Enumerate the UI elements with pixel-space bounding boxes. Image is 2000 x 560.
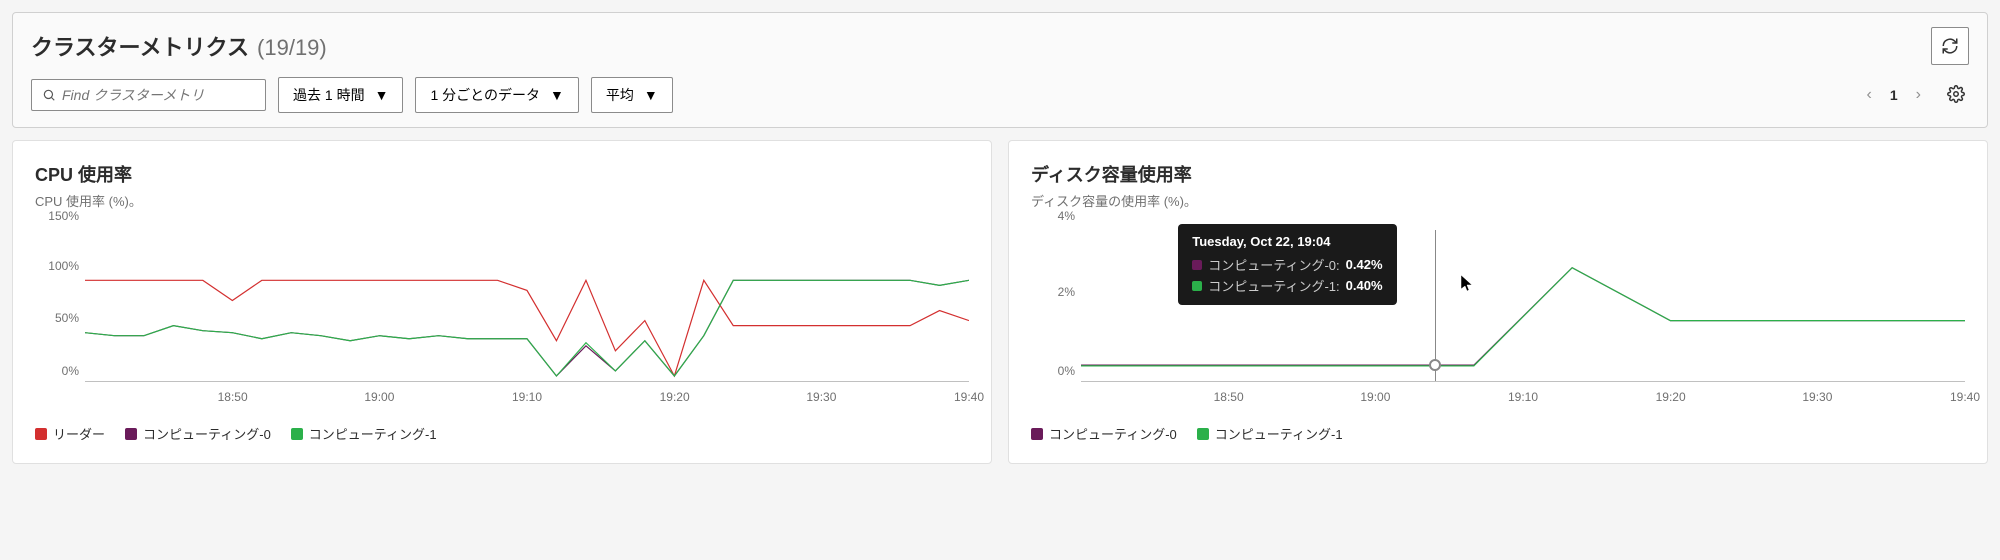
granularity-dropdown[interactable]: 1 分ごとのデータ ▼ — [415, 77, 578, 113]
legend-label: コンピューティング-1 — [309, 424, 437, 443]
disk-plot-region: Tuesday, Oct 22, 19:04 コンピューティング-0: 0.42… — [1081, 230, 1965, 382]
page-title: クラスターメトリクス — [31, 30, 249, 62]
chevron-down-icon: ▼ — [644, 87, 658, 103]
legend-item[interactable]: コンピューティング-0 — [1031, 424, 1177, 443]
aggregation-label: 平均 — [606, 85, 634, 105]
legend-item[interactable]: コンピューティング-1 — [1197, 424, 1343, 443]
x-tick: 19:30 — [806, 390, 836, 404]
legend-item[interactable]: コンピューティング-0 — [125, 424, 271, 443]
y-tick: 4% — [1058, 209, 1075, 223]
y-tick: 0% — [1058, 364, 1075, 378]
refresh-button[interactable] — [1931, 27, 1969, 65]
cpu-chart-card: CPU 使用率 CPU 使用率 (%)。 0% 50% 100% 150% 18… — [12, 140, 992, 464]
tooltip-label: コンピューティング-0: — [1208, 255, 1339, 274]
x-tick: 19:00 — [364, 390, 394, 404]
time-range-label: 過去 1 時間 — [293, 85, 365, 105]
tooltip-swatch — [1192, 281, 1202, 291]
legend-label: コンピューティング-0 — [1049, 424, 1177, 443]
disk-y-axis: 0% 2% 4% — [1031, 230, 1081, 382]
legend-swatch — [35, 428, 47, 440]
controls-right: ‹ 1 › — [1861, 81, 1969, 110]
cpu-legend: リーダー コンピューティング-0 コンピューティング-1 — [35, 424, 969, 443]
cpu-chart-subtitle: CPU 使用率 (%)。 — [35, 191, 969, 210]
x-tick: 19:00 — [1360, 390, 1390, 404]
pager-prev[interactable]: ‹ — [1861, 82, 1878, 108]
y-tick: 2% — [1058, 285, 1075, 299]
y-tick: 100% — [48, 259, 79, 273]
x-tick: 19:30 — [1802, 390, 1832, 404]
header-bottom: 過去 1 時間 ▼ 1 分ごとのデータ ▼ 平均 ▼ ‹ 1 › — [31, 77, 1969, 113]
aggregation-dropdown[interactable]: 平均 ▼ — [591, 77, 673, 113]
hover-dot — [1429, 359, 1441, 371]
cursor-icon — [1461, 275, 1475, 298]
charts-row: CPU 使用率 CPU 使用率 (%)。 0% 50% 100% 150% 18… — [12, 140, 1988, 464]
search-input[interactable] — [62, 87, 255, 103]
disk-x-axis: 18:50 19:00 19:10 19:20 19:30 19:40 — [1081, 386, 1965, 410]
legend-swatch — [125, 428, 137, 440]
legend-swatch — [291, 428, 303, 440]
cpu-plot-area[interactable]: 0% 50% 100% 150% 18:50 19:00 19:10 19:20… — [35, 230, 969, 410]
header-top: クラスターメトリクス (19/19) — [31, 27, 1969, 65]
chart-tooltip: Tuesday, Oct 22, 19:04 コンピューティング-0: 0.42… — [1178, 224, 1396, 305]
tooltip-title: Tuesday, Oct 22, 19:04 — [1192, 234, 1382, 249]
cpu-plot-region — [85, 230, 969, 382]
y-tick: 0% — [62, 364, 79, 378]
time-range-dropdown[interactable]: 過去 1 時間 ▼ — [278, 77, 403, 113]
legend-item[interactable]: リーダー — [35, 424, 105, 443]
header-bar: クラスターメトリクス (19/19) 過去 1 時間 ▼ 1 分ごとのデータ ▼… — [12, 12, 1988, 128]
x-tick: 19:10 — [512, 390, 542, 404]
chevron-down-icon: ▼ — [550, 87, 564, 103]
x-tick: 19:10 — [1508, 390, 1538, 404]
x-tick: 19:20 — [1656, 390, 1686, 404]
search-icon — [42, 88, 56, 102]
disk-plot-area[interactable]: 0% 2% 4% Tuesday, Oct 22, 19:04 コンピューティン… — [1031, 230, 1965, 410]
cpu-line-svg — [85, 230, 969, 381]
tooltip-value: 0.40% — [1346, 278, 1383, 293]
x-tick: 19:40 — [1950, 390, 1980, 404]
legend-item[interactable]: コンピューティング-1 — [291, 424, 437, 443]
gear-icon — [1947, 85, 1965, 103]
cpu-chart-title: CPU 使用率 — [35, 161, 969, 187]
controls-left: 過去 1 時間 ▼ 1 分ごとのデータ ▼ 平均 ▼ — [31, 77, 673, 113]
disk-legend: コンピューティング-0 コンピューティング-1 — [1031, 424, 1965, 443]
page-count: (19/19) — [257, 35, 327, 61]
legend-label: コンピューティング-0 — [143, 424, 271, 443]
tooltip-swatch — [1192, 260, 1202, 270]
legend-swatch — [1197, 428, 1209, 440]
legend-label: コンピューティング-1 — [1215, 424, 1343, 443]
disk-chart-title: ディスク容量使用率 — [1031, 161, 1965, 187]
x-tick: 19:20 — [660, 390, 690, 404]
tooltip-label: コンピューティング-1: — [1208, 276, 1339, 295]
disk-chart-subtitle: ディスク容量の使用率 (%)。 — [1031, 191, 1965, 210]
tooltip-row: コンピューティング-1: 0.40% — [1192, 276, 1382, 295]
legend-swatch — [1031, 428, 1043, 440]
tooltip-value: 0.42% — [1346, 257, 1383, 272]
cpu-x-axis: 18:50 19:00 19:10 19:20 19:30 19:40 — [85, 386, 969, 410]
granularity-label: 1 分ごとのデータ — [430, 85, 540, 105]
legend-label: リーダー — [53, 424, 105, 443]
settings-button[interactable] — [1943, 81, 1969, 110]
x-tick: 19:40 — [954, 390, 984, 404]
pager-next[interactable]: › — [1910, 82, 1927, 108]
search-box[interactable] — [31, 79, 266, 111]
y-tick: 50% — [55, 311, 79, 325]
pager-current: 1 — [1886, 87, 1902, 103]
x-tick: 18:50 — [218, 390, 248, 404]
chevron-down-icon: ▼ — [375, 87, 389, 103]
title-row: クラスターメトリクス (19/19) — [31, 30, 327, 62]
y-tick: 150% — [48, 209, 79, 223]
disk-chart-card: ディスク容量使用率 ディスク容量の使用率 (%)。 0% 2% 4% Tuesd… — [1008, 140, 1988, 464]
cpu-y-axis: 0% 50% 100% 150% — [35, 230, 85, 382]
x-tick: 18:50 — [1214, 390, 1244, 404]
refresh-icon — [1941, 37, 1959, 55]
tooltip-row: コンピューティング-0: 0.42% — [1192, 255, 1382, 274]
